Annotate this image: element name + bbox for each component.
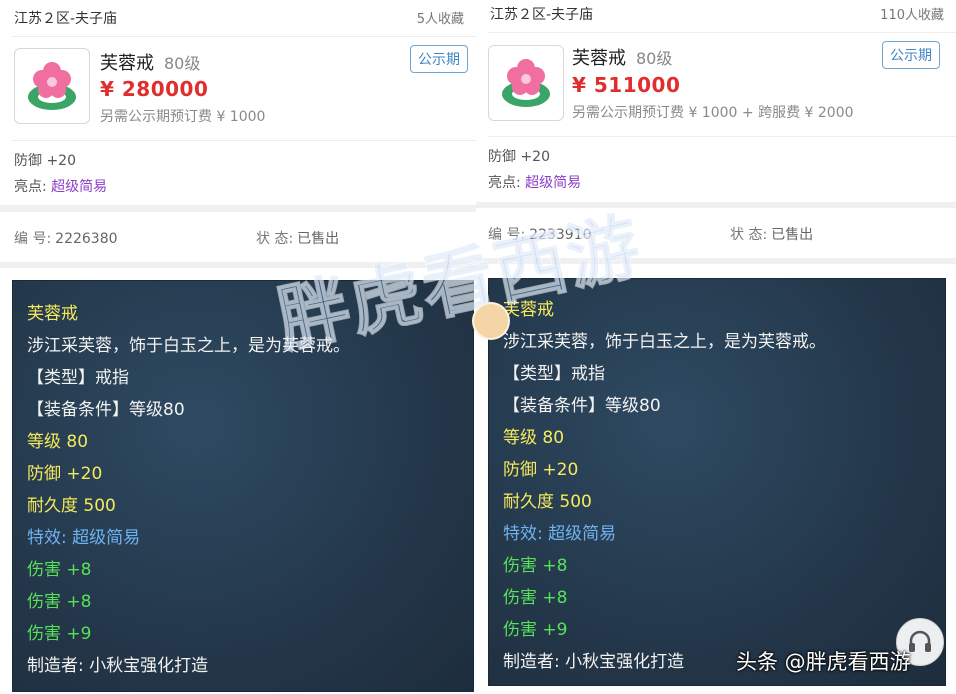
status-value: 已售出 bbox=[297, 231, 340, 247]
id-status-card: 编 号: 2226380 状 态: 已售出 bbox=[0, 212, 476, 262]
item-tooltip: 芙蓉戒 涉江采芙蓉，饰于白玉之上，是为芙蓉戒。 【类型】戒指 【装备条件】等级8… bbox=[488, 278, 946, 686]
listing-card[interactable]: 江苏２区-夫子庙 5人收藏 芙蓉戒 80级 ¥ 280000 另需公示期预订费 ¥… bbox=[0, 0, 476, 205]
favorites-count: 5人收藏 bbox=[416, 12, 464, 27]
jade-ring-icon[interactable] bbox=[14, 48, 90, 124]
item-name-text: 芙蓉戒 bbox=[572, 48, 626, 69]
highlight-value: 超级简易 bbox=[51, 179, 108, 195]
highlight-attr: 亮点: 超级简易 bbox=[488, 172, 581, 192]
tooltip-desc: 涉江采芙蓉，饰于白玉之上，是为芙蓉戒。 bbox=[27, 336, 350, 356]
tooltip-name: 芙蓉戒 bbox=[503, 300, 554, 320]
listing-id: 编 号: 2226380 bbox=[14, 228, 118, 248]
tooltip-type: 【类型】戒指 bbox=[503, 364, 605, 384]
listing-status: 状 态: 已售出 bbox=[730, 224, 813, 244]
id-label: 编 号: bbox=[488, 227, 526, 243]
server-name: 江苏２区-夫子庙 bbox=[490, 7, 594, 23]
listing-status: 状 态: 已售出 bbox=[256, 228, 339, 248]
public-period-badge[interactable]: 公示期 bbox=[882, 41, 940, 69]
public-period-badge[interactable]: 公示期 bbox=[410, 45, 468, 73]
tooltip-maker: 制造者: 小秋宝强化打造 bbox=[503, 652, 685, 672]
source-tag: 头条 @胖虎看西游 bbox=[736, 650, 911, 674]
tooltip-level: 等级 80 bbox=[27, 432, 89, 452]
tooltip-damage: 伤害 +8 bbox=[503, 556, 568, 576]
id-status-card: 编 号: 2233910 状 态: 已售出 bbox=[476, 208, 956, 258]
item-tooltip: 芙蓉戒 涉江采芙蓉，饰于白玉之上，是为芙蓉戒。 【类型】戒指 【装备条件】等级8… bbox=[12, 280, 474, 692]
item-name[interactable]: 芙蓉戒 80级 bbox=[572, 44, 672, 70]
listing-header: 江苏２区-夫子庙 110人收藏 bbox=[490, 4, 944, 24]
tooltip-desc: 涉江采芙蓉，饰于白玉之上，是为芙蓉戒。 bbox=[503, 332, 826, 352]
id-value: 2233910 bbox=[529, 227, 592, 243]
item-price: ¥ 511000 bbox=[572, 73, 681, 97]
divider bbox=[12, 36, 476, 37]
highlight-attr: 亮点: 超级简易 bbox=[14, 176, 107, 196]
tooltip-damage: 伤害 +8 bbox=[503, 588, 568, 608]
divider bbox=[488, 136, 956, 137]
tooltip-card: 芙蓉戒 涉江采芙蓉，饰于白玉之上，是为芙蓉戒。 【类型】戒指 【装备条件】等级8… bbox=[0, 268, 476, 694]
jade-ring-icon[interactable] bbox=[488, 45, 564, 121]
id-label: 编 号: bbox=[14, 231, 52, 247]
item-price: ¥ 280000 bbox=[100, 77, 209, 101]
listing-card[interactable]: 江苏２区-夫子庙 110人收藏 芙蓉戒 80级 ¥ 511000 另需公示期预订费… bbox=[476, 0, 956, 202]
highlight-label: 亮点: bbox=[14, 179, 47, 195]
defense-attr: 防御 +20 bbox=[488, 149, 550, 165]
divider bbox=[488, 32, 956, 33]
highlight-label: 亮点: bbox=[488, 175, 521, 191]
item-name-text: 芙蓉戒 bbox=[100, 53, 154, 74]
tooltip-requirement: 【装备条件】等级80 bbox=[503, 396, 661, 416]
tooltip-level: 等级 80 bbox=[503, 428, 565, 448]
status-label: 状 态: bbox=[256, 231, 294, 247]
tooltip-defense: 防御 +20 bbox=[503, 460, 579, 480]
tooltip-name: 芙蓉戒 bbox=[27, 304, 78, 324]
server-name: 江苏２区-夫子庙 bbox=[14, 11, 118, 27]
tooltip-requirement: 【装备条件】等级80 bbox=[27, 400, 185, 420]
item-name[interactable]: 芙蓉戒 80级 bbox=[100, 49, 200, 75]
id-value: 2226380 bbox=[55, 231, 118, 247]
extra-fee: 另需公示期预订费 ¥ 1000 + 跨服费 ¥ 2000 bbox=[572, 105, 854, 121]
tooltip-damage: 伤害 +8 bbox=[27, 560, 92, 580]
tooltip-special: 特效: 超级简易 bbox=[503, 524, 617, 544]
watermark-mascot-icon bbox=[472, 302, 510, 340]
tooltip-durability: 耐久度 500 bbox=[503, 492, 592, 512]
tooltip-maker: 制造者: 小秋宝强化打造 bbox=[27, 656, 209, 676]
tooltip-damage: 伤害 +9 bbox=[503, 620, 568, 640]
tooltip-damage: 伤害 +8 bbox=[27, 592, 92, 612]
favorites-count: 110人收藏 bbox=[880, 8, 944, 23]
highlight-value: 超级简易 bbox=[525, 175, 582, 191]
tooltip-card: 芙蓉戒 涉江采芙蓉，饰于白玉之上，是为芙蓉戒。 【类型】戒指 【装备条件】等级8… bbox=[476, 264, 956, 694]
tooltip-damage: 伤害 +9 bbox=[27, 624, 92, 644]
status-value: 已售出 bbox=[771, 227, 814, 243]
item-level: 80级 bbox=[636, 49, 673, 68]
status-label: 状 态: bbox=[730, 227, 768, 243]
divider bbox=[12, 140, 476, 141]
tooltip-special: 特效: 超级简易 bbox=[27, 528, 141, 548]
tooltip-defense: 防御 +20 bbox=[27, 464, 103, 484]
item-level: 80级 bbox=[164, 54, 201, 73]
defense-attr: 防御 +20 bbox=[14, 153, 76, 169]
tooltip-type: 【类型】戒指 bbox=[27, 368, 129, 388]
extra-fee: 另需公示期预订费 ¥ 1000 bbox=[100, 109, 266, 125]
listing-header: 江苏２区-夫子庙 5人收藏 bbox=[14, 8, 464, 28]
tooltip-durability: 耐久度 500 bbox=[27, 496, 116, 516]
listing-id: 编 号: 2233910 bbox=[488, 224, 592, 244]
